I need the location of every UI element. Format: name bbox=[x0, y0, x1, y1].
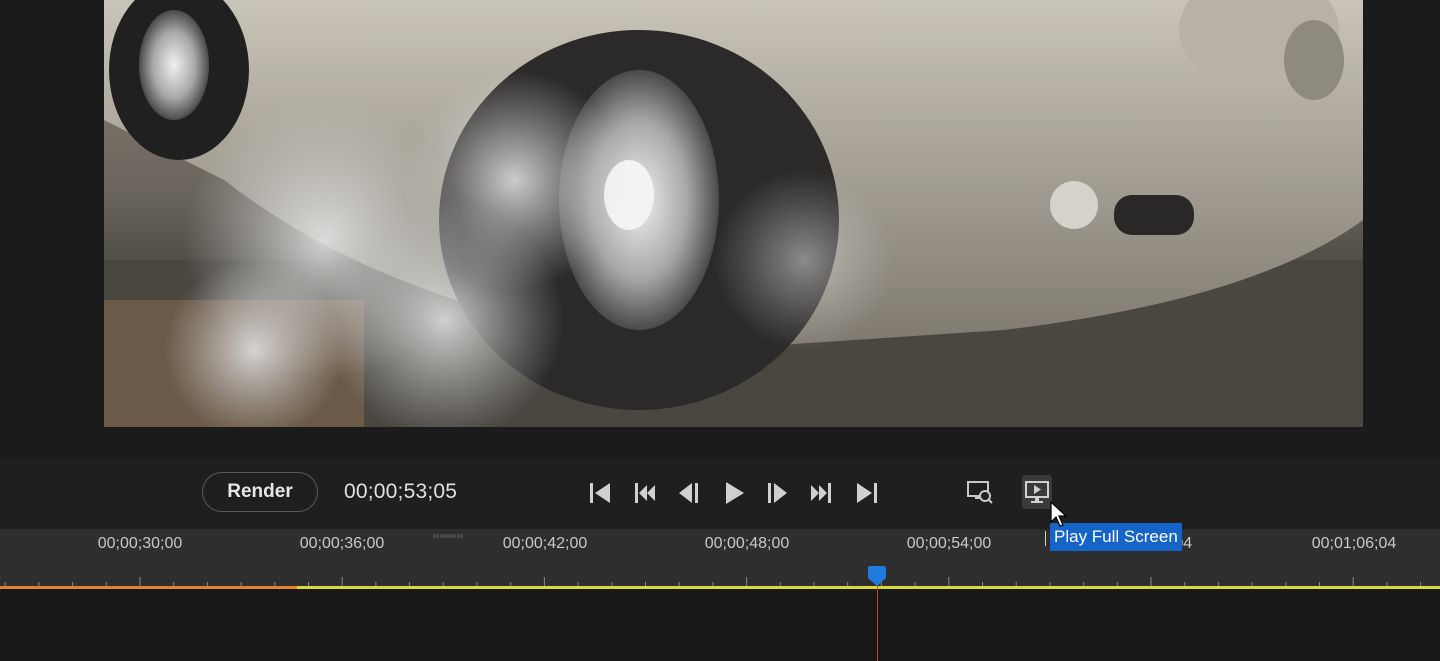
ruler-label: 00;00;48;00 bbox=[704, 535, 790, 552]
next-frame-button[interactable] bbox=[762, 478, 792, 508]
go-to-end-button[interactable] bbox=[851, 478, 881, 508]
monitor-play-icon bbox=[1025, 481, 1049, 503]
video-preview-frame bbox=[104, 0, 1363, 427]
rendered-work-area-bar bbox=[0, 586, 297, 589]
playhead-handle[interactable] bbox=[866, 565, 888, 587]
play-icon bbox=[726, 482, 744, 504]
tooltip-anchor-mark bbox=[1045, 531, 1046, 546]
ruler-label: 00;00;30;00 bbox=[97, 535, 183, 552]
go-to-start-button[interactable] bbox=[586, 478, 616, 508]
skip-to-end-icon bbox=[857, 483, 877, 503]
resize-grip[interactable] bbox=[433, 534, 463, 538]
mouse-cursor-icon bbox=[1050, 501, 1068, 527]
next-edit-button[interactable] bbox=[806, 478, 836, 508]
preview-monitor bbox=[0, 0, 1440, 458]
ruler-label: 00;01;06;04 bbox=[1311, 535, 1397, 552]
playback-controls-bar: Render 00;00;53;05 bbox=[0, 458, 1440, 529]
ruler-label: 00;00;54;00 bbox=[906, 535, 992, 552]
ruler-label: 00;00;42;00 bbox=[502, 535, 588, 552]
frame-forward-icon bbox=[768, 483, 787, 503]
step-forward-double-icon bbox=[811, 483, 831, 503]
render-button[interactable]: Render bbox=[202, 472, 318, 512]
skip-to-start-icon bbox=[590, 483, 610, 503]
time-ruler[interactable]: 00;00;30;00 00;00;36;00 00;00;42;00 00;0… bbox=[0, 529, 1440, 589]
frame-back-icon bbox=[679, 483, 698, 503]
monitor-zoom-icon bbox=[967, 481, 993, 504]
zoom-preview-button[interactable] bbox=[965, 475, 995, 509]
ruler-label: 00;00;36;00 bbox=[299, 535, 385, 552]
current-timecode[interactable]: 00;00;53;05 bbox=[344, 480, 457, 504]
timeline-panel: 00;00;30;00 00;00;36;00 00;00;42;00 00;0… bbox=[0, 529, 1440, 661]
video-frame-image bbox=[104, 0, 1363, 427]
previous-edit-button[interactable] bbox=[630, 478, 660, 508]
step-back-double-icon bbox=[635, 483, 655, 503]
previous-frame-button[interactable] bbox=[674, 478, 704, 508]
play-full-screen-button[interactable] bbox=[1022, 475, 1052, 509]
play-button[interactable] bbox=[719, 478, 749, 508]
playhead-line bbox=[877, 580, 878, 661]
